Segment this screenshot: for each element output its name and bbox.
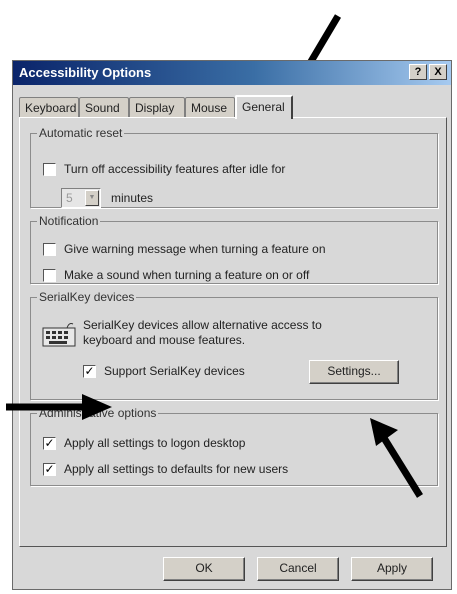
tab-keyboard[interactable]: Keyboard xyxy=(19,97,79,117)
settings-button[interactable]: Settings... xyxy=(309,360,399,384)
logon-desktop-label: Apply all settings to logon desktop xyxy=(64,436,246,450)
make-sound-checkbox[interactable] xyxy=(43,268,56,282)
logon-desktop-row: ✓ Apply all settings to logon desktop xyxy=(43,436,245,450)
idle-minutes-row: 5 ▼ minutes xyxy=(61,188,153,208)
new-users-row: ✓ Apply all settings to defaults for new… xyxy=(43,462,288,476)
idle-minutes-value: 5 xyxy=(66,191,73,205)
serialkey-group: SerialKey devices SerialKey devices allo… xyxy=(30,290,438,400)
new-users-checkbox[interactable]: ✓ xyxy=(43,462,56,476)
accessibility-options-window: Accessibility Options ? X Keyboard Sound… xyxy=(12,60,452,590)
tab-sound[interactable]: Sound xyxy=(79,97,129,117)
support-serialkey-checkbox[interactable]: ✓ xyxy=(83,364,96,378)
serialkey-legend: SerialKey devices xyxy=(39,290,135,304)
help-button[interactable]: ? xyxy=(409,64,427,80)
cancel-button[interactable]: Cancel xyxy=(257,557,339,581)
warning-message-checkbox[interactable] xyxy=(43,242,56,256)
keyboard-icon xyxy=(42,323,76,347)
administrative-options-legend: Administrative options xyxy=(39,406,157,420)
administrative-options-group: Administrative options ✓ Apply all setti… xyxy=(30,406,438,486)
tab-mouse[interactable]: Mouse xyxy=(185,97,235,117)
automatic-reset-group: Automatic reset Turn off accessibility f… xyxy=(30,126,438,208)
turn-off-label: Turn off accessibility features after id… xyxy=(64,162,286,176)
warning-message-label: Give warning message when turning a feat… xyxy=(64,242,326,256)
automatic-reset-legend: Automatic reset xyxy=(39,126,123,140)
idle-minutes-field[interactable]: 5 ▼ xyxy=(61,188,101,208)
support-serialkey-row: ✓ Support SerialKey devices xyxy=(83,364,245,378)
title-bar: Accessibility Options ? X xyxy=(13,61,451,85)
general-tab-panel: Automatic reset Turn off accessibility f… xyxy=(19,117,447,547)
serialkey-description: SerialKey devices allow alternative acce… xyxy=(83,318,322,347)
make-sound-row: Make a sound when turning a feature on o… xyxy=(43,268,309,282)
make-sound-label: Make a sound when turning a feature on o… xyxy=(64,268,310,282)
window-title: Accessibility Options xyxy=(19,65,152,80)
ok-button[interactable]: OK xyxy=(163,557,245,581)
close-button[interactable]: X xyxy=(429,64,447,80)
tab-general[interactable]: General xyxy=(235,95,293,119)
new-users-label: Apply all settings to defaults for new u… xyxy=(64,462,289,476)
turn-off-row: Turn off accessibility features after id… xyxy=(43,162,285,176)
warning-message-row: Give warning message when turning a feat… xyxy=(43,242,326,256)
tab-display[interactable]: Display xyxy=(129,97,185,117)
minutes-label: minutes xyxy=(111,191,154,205)
chevron-down-icon[interactable]: ▼ xyxy=(85,190,99,206)
notification-group: Notification Give warning message when t… xyxy=(30,214,438,284)
apply-button[interactable]: Apply xyxy=(351,557,433,581)
notification-legend: Notification xyxy=(39,214,99,228)
support-serialkey-label: Support SerialKey devices xyxy=(104,364,245,378)
turn-off-checkbox[interactable] xyxy=(43,162,56,176)
logon-desktop-checkbox[interactable]: ✓ xyxy=(43,436,56,450)
